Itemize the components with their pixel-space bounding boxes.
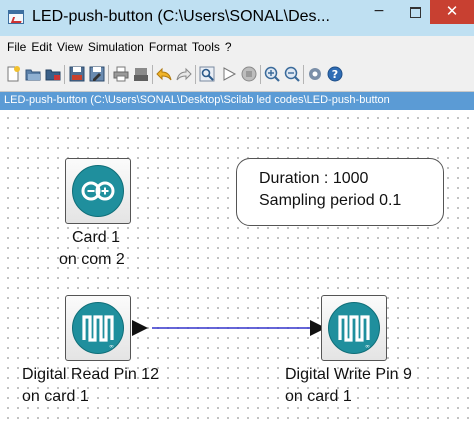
open-icon[interactable] [25,66,41,82]
card-block-label-line2: on com 2 [59,251,125,268]
new-diagram-icon[interactable] [5,66,21,82]
arduino-setup-block[interactable] [65,158,131,224]
print-icon[interactable] [113,66,129,82]
read-block-label-line2: on card 1 [22,388,89,405]
toolbar: ? [0,58,474,92]
diagram-canvas[interactable]: Card 1 on com 2 Duration : 1000 Sampling… [0,110,474,424]
svg-text:?: ? [332,68,338,81]
menu-edit[interactable]: Edit [31,36,52,58]
toolbar-separator [195,65,196,84]
zoom-out-icon[interactable] [284,66,300,82]
maximize-icon [409,7,421,18]
menu-format[interactable]: Format [149,36,187,58]
write-block-label-line1: Digital Write Pin 9 [285,366,412,383]
digital-pin-icon: ∞ [328,302,380,354]
zoom-in-icon[interactable] [264,66,280,82]
diagram-path: LED-push-button (C:\Users\SONAL\Desktop\… [4,94,390,106]
toolbar-separator [64,65,65,84]
window-title: LED-push-button (C:\Users\SONAL\Des... [32,8,330,25]
output-port[interactable] [132,320,148,336]
start-icon[interactable] [221,66,237,82]
svg-text:∞: ∞ [365,343,370,350]
menu-help[interactable]: ? [225,36,232,58]
menu-view[interactable]: View [57,36,83,58]
close-button[interactable]: ✕ [430,0,474,24]
menu-file[interactable]: File [7,36,26,58]
menu-tools[interactable]: Tools [192,36,220,58]
duration-text: Duration : 1000 [259,170,369,187]
xcos-window: LED-push-button (C:\Users\SONAL\Des... −… [0,0,474,424]
xcos-demos-icon[interactable] [307,66,323,82]
toolbar-separator [303,65,304,84]
toolbar-separator [152,65,153,84]
menu-simulation[interactable]: Simulation [88,36,144,58]
stop-icon[interactable] [241,66,257,82]
digital-pin-icon: ∞ [72,302,124,354]
help-icon[interactable]: ? [327,66,343,82]
undo-icon[interactable] [156,66,172,82]
title-bar: LED-push-button (C:\Users\SONAL\Des... −… [0,0,474,36]
save-icon[interactable] [69,66,85,82]
arduino-logo-icon [72,165,124,217]
save-as-icon[interactable] [89,66,105,82]
menu-bar: File Edit View Simulation Format Tools? [0,36,474,59]
digital-write-block[interactable]: ∞ [321,295,387,361]
redo-icon[interactable] [176,66,192,82]
maximize-button[interactable] [396,0,434,24]
card-block-label-line1: Card 1 [72,229,121,246]
diagram-path-bar: LED-push-button (C:\Users\SONAL\Desktop\… [0,92,474,110]
fit-diagram-icon[interactable] [199,66,215,82]
open-in-scilab-icon[interactable] [45,66,61,82]
export-icon[interactable] [133,66,149,82]
digital-read-block[interactable]: ∞ [65,295,131,361]
toolbar-separator [108,65,109,84]
toolbar-separator [260,65,261,84]
simulation-parameters-box[interactable]: Duration : 1000 Sampling period 0.1 [236,158,444,226]
minimize-button[interactable]: − [360,0,398,24]
sampling-period-text: Sampling period 0.1 [259,192,402,209]
svg-text:∞: ∞ [109,343,114,350]
xcos-app-icon [8,10,24,24]
write-block-label-line2: on card 1 [285,388,352,405]
read-block-label-line1: Digital Read Pin 12 [22,366,159,383]
